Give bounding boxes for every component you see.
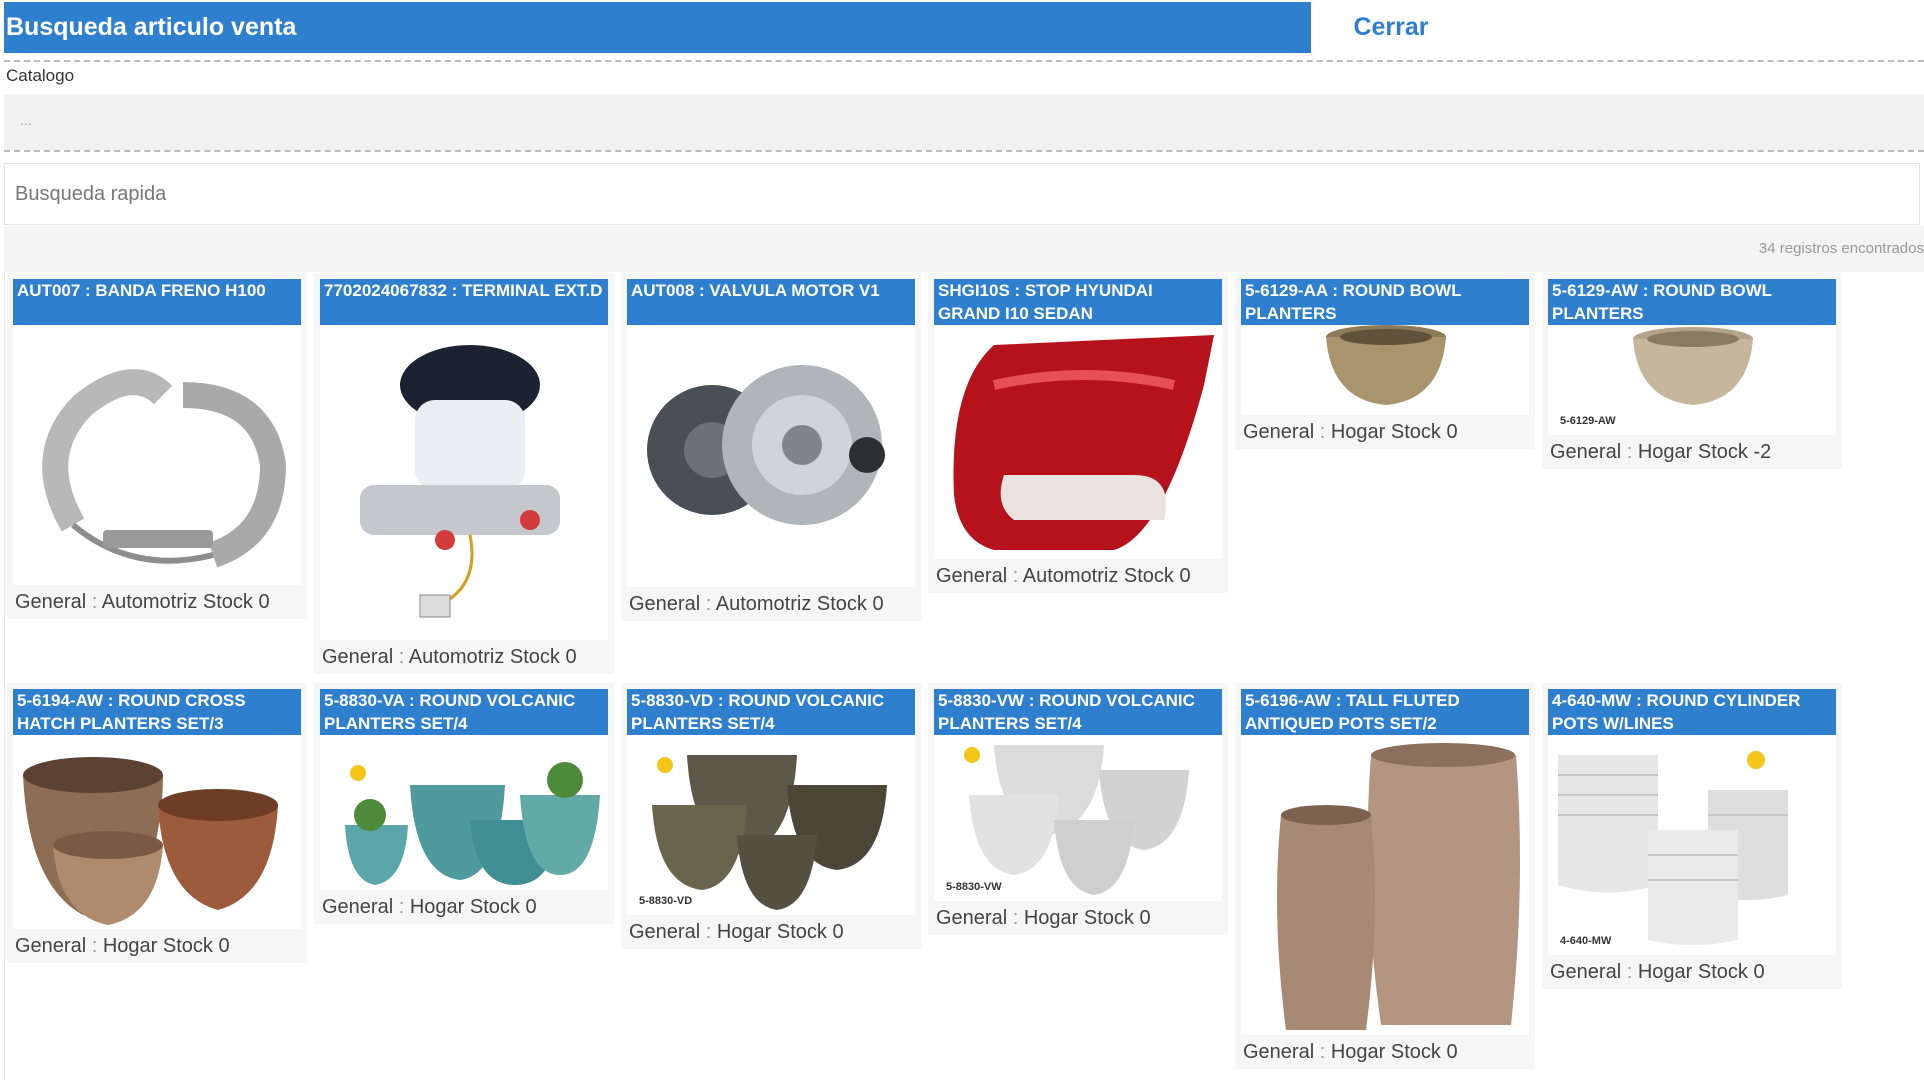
catalog-selector[interactable]: ...: [4, 94, 1924, 150]
product-title: 7702024067832 : TERMINAL EXT.D: [320, 279, 608, 325]
product-meta: General : Hogar Stock 0: [15, 935, 230, 957]
product-title: 5-8830-VA : ROUND VOLCANIC PLANTERS SET/…: [320, 689, 608, 735]
catalog-label: Catalogo: [6, 66, 75, 85]
product-meta: General : Hogar Stock 0: [1243, 421, 1458, 443]
product-title: 5-6194-AW : ROUND CROSS HATCH PLANTERS S…: [13, 689, 301, 735]
divider: [4, 150, 1924, 152]
product-card[interactable]: 5-6129-AW : ROUND BOWL PLANTERS 5-6129-A…: [1542, 273, 1842, 469]
product-meta: General : Automotriz Stock 0: [629, 593, 884, 615]
product-meta: General : Hogar Stock 0: [1243, 1041, 1458, 1063]
product-card[interactable]: SHGI10S : STOP HYUNDAI GRAND I10 SEDAN G…: [928, 273, 1228, 593]
product-title: 5-8830-VW : ROUND VOLCANIC PLANTERS SET/…: [934, 689, 1222, 735]
product-card[interactable]: 7702024067832 : TERMINAL EXT.D General :…: [314, 273, 614, 674]
brake-shoe-icon: [13, 325, 301, 585]
product-meta: General : Hogar Stock 0: [322, 896, 537, 918]
product-title: SHGI10S : STOP HYUNDAI GRAND I10 SEDAN: [934, 279, 1222, 325]
divider: [4, 60, 1924, 62]
product-title: 5-6129-AW : ROUND BOWL PLANTERS: [1548, 279, 1836, 325]
product-title: AUT008 : VALVULA MOTOR V1: [627, 279, 915, 325]
product-meta: General : Hogar Stock 0: [1550, 961, 1765, 983]
product-meta: General : Hogar Stock 0: [936, 907, 1151, 929]
product-title: 5-6129-AA : ROUND BOWL PLANTERS: [1241, 279, 1529, 325]
catalog-value: ...: [20, 112, 32, 128]
product-title: 5-8830-VD : ROUND VOLCANIC PLANTERS SET/…: [627, 689, 915, 735]
fluted-pots-icon: [1241, 735, 1529, 1035]
tail-light-icon: [934, 325, 1222, 559]
crosshatch-pots-icon: [13, 735, 301, 929]
product-meta: General : Automotriz Stock 0: [936, 565, 1191, 587]
sku-label: 5-6129-AW: [1560, 415, 1616, 427]
product-card[interactable]: 5-8830-VA : ROUND VOLCANIC PLANTERS SET/…: [314, 683, 614, 924]
product-card[interactable]: 5-6129-AA : ROUND BOWL PLANTERS General …: [1235, 273, 1535, 449]
volcanic-blue-pots-icon: [320, 735, 608, 890]
quick-search-input[interactable]: [4, 163, 1920, 225]
product-card[interactable]: 5-6196-AW : TALL FLUTED ANTIQUED POTS SE…: [1235, 683, 1535, 1069]
product-meta: General : Automotriz Stock 0: [322, 646, 577, 668]
product-meta: General : Hogar Stock 0: [629, 921, 844, 943]
cylinder-pots-icon: 4-640-MW: [1548, 735, 1836, 955]
clutch-kit-icon: [627, 325, 915, 587]
product-card[interactable]: 5-6194-AW : ROUND CROSS HATCH PLANTERS S…: [7, 683, 307, 963]
product-card[interactable]: 4-640-MW : ROUND CYLINDER POTS W/LINES 4…: [1542, 683, 1842, 989]
bowl-planters-icon: [1241, 325, 1529, 415]
bowl-planters-icon: 5-6129-AW: [1548, 325, 1836, 435]
product-title: 5-6196-AW : TALL FLUTED ANTIQUED POTS SE…: [1241, 689, 1529, 735]
results-bar: 34 registros encontrados: [4, 226, 1924, 272]
records-count: 34 registros encontrados: [1758, 240, 1924, 257]
product-card[interactable]: AUT007 : BANDA FRENO H100 General : Auto…: [7, 273, 307, 619]
sku-label: 5-8830-VW: [946, 881, 1002, 893]
product-card[interactable]: 5-8830-VW : ROUND VOLCANIC PLANTERS SET/…: [928, 683, 1228, 935]
product-card[interactable]: 5-8830-VD : ROUND VOLCANIC PLANTERS SET/…: [621, 683, 921, 949]
volcanic-white-pots-icon: 5-8830-VW: [934, 735, 1222, 901]
grid-border: [4, 272, 5, 1080]
sku-label: 5-8830-VD: [639, 895, 693, 907]
dialog-title: Busqueda articulo venta: [4, 2, 1311, 53]
product-title: 4-640-MW : ROUND CYLINDER POTS W/LINES: [1548, 689, 1836, 735]
product-card[interactable]: AUT008 : VALVULA MOTOR V1 General : Auto…: [621, 273, 921, 621]
product-meta: General : Hogar Stock -2: [1550, 441, 1772, 463]
product-meta: General : Automotriz Stock 0: [15, 591, 270, 613]
sku-label: 4-640-MW: [1560, 935, 1612, 947]
close-button[interactable]: Cerrar: [1311, 2, 1471, 53]
top-bar: Busqueda articulo venta Cerrar: [0, 0, 1924, 55]
master-cylinder-icon: [320, 325, 608, 640]
product-title: AUT007 : BANDA FRENO H100: [13, 279, 301, 325]
volcanic-dark-pots-icon: 5-8830-VD: [627, 735, 915, 915]
